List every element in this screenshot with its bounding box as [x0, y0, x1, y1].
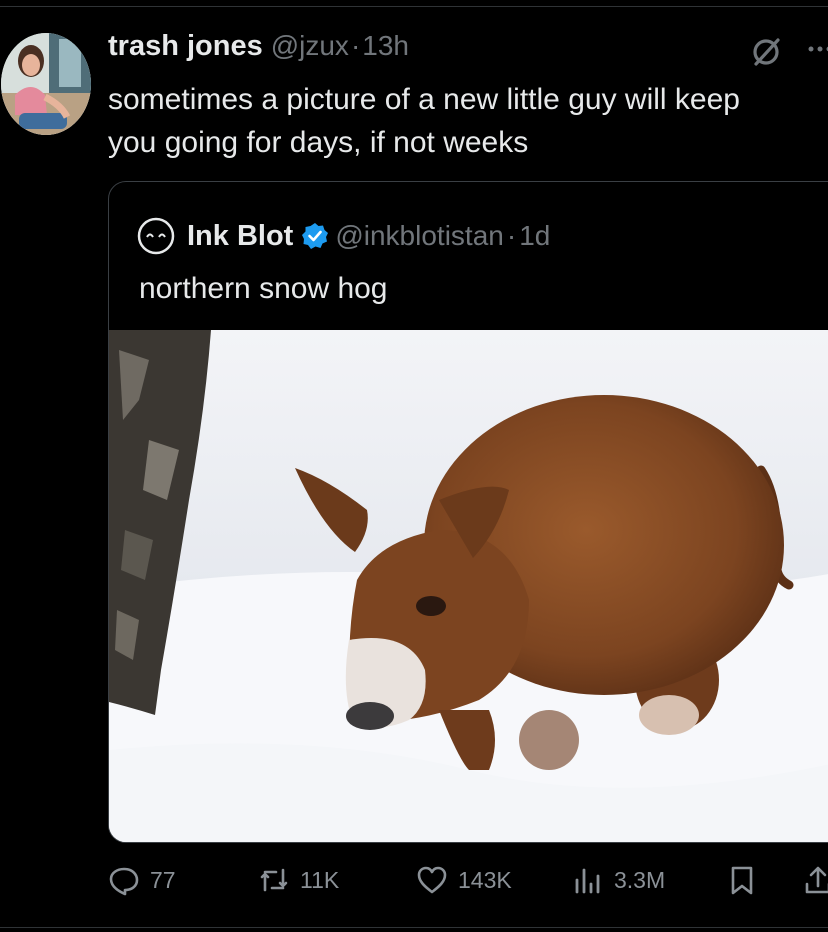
bottom-divider [0, 927, 828, 928]
reply-button[interactable]: 77 [108, 858, 176, 902]
tweet-text: sometimes a picture of a new little guy … [108, 78, 828, 164]
share-button[interactable] [802, 858, 828, 902]
retweet-button[interactable]: 11K [258, 858, 339, 902]
tweet-action-bar: 77 11K 143K 3.3M [0, 858, 828, 902]
author-avatar-photo [1, 33, 91, 135]
analytics-icon [575, 868, 600, 894]
retweet-count: 11K [300, 866, 340, 893]
more-icon[interactable] [805, 34, 828, 64]
heart-icon [417, 866, 447, 894]
separator-dot: · [350, 30, 361, 61]
author-handle[interactable]: @jzux [271, 30, 349, 62]
top-divider [0, 6, 828, 7]
grok-icon[interactable] [748, 34, 784, 70]
retweet-icon [260, 868, 288, 892]
tweet-time[interactable]: 13h [362, 30, 409, 62]
quote-text: northern snow hog [139, 272, 388, 305]
quoted-tweet-card[interactable]: Ink Blot @inkblotistan · 1d northern sno… [108, 181, 828, 843]
bookmark-icon [731, 866, 753, 895]
views-button[interactable]: 3.3M [572, 858, 665, 902]
like-button[interactable]: 143K [416, 858, 512, 902]
reply-count: 77 [150, 866, 176, 893]
tweet-text-line-2: you going for days, if not weeks [108, 126, 529, 159]
tweet-header: trash jones @jzux · 13h [108, 30, 409, 70]
quote-time[interactable]: 1d [519, 220, 550, 252]
like-count: 143K [458, 866, 512, 893]
author-avatar[interactable] [1, 33, 91, 135]
quote-author-name[interactable]: Ink Blot [187, 220, 293, 253]
quote-separator-dot: · [506, 220, 517, 251]
tweet-text-line-1: sometimes a picture of a new little guy … [108, 83, 740, 116]
quote-media-image[interactable] [109, 330, 828, 842]
quote-header: Ink Blot @inkblotistan · 1d [137, 217, 550, 255]
quote-author-handle[interactable]: @inkblotistan [335, 220, 504, 252]
verified-badge-icon [302, 223, 329, 249]
author-name[interactable]: trash jones [108, 30, 263, 63]
share-icon [805, 866, 828, 894]
bookmark-button[interactable] [726, 858, 758, 902]
quote-avatar[interactable] [137, 217, 175, 255]
reply-icon [109, 867, 139, 896]
views-count: 3.3M [614, 866, 666, 893]
